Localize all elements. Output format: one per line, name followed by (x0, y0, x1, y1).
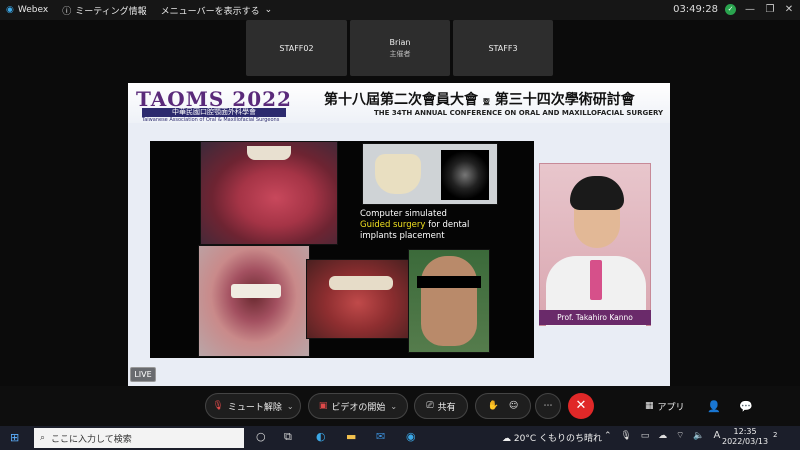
notification-count: 2 (773, 431, 778, 439)
slide-caption: Computer simulated Guided surgery for de… (360, 209, 469, 242)
webex-logo-icon: ◉ (6, 5, 14, 15)
reactions-group: ✋ ☺ (475, 393, 531, 419)
mic-icon[interactable]: 🎙 (620, 431, 631, 441)
apps-icon: ▦ (645, 401, 654, 411)
weather-widget[interactable]: ☁ 20°C くもりのち晴れ (502, 431, 602, 444)
windows-start-icon[interactable]: ⊞ (10, 431, 19, 444)
camera-off-icon: ▣ (318, 401, 328, 411)
patient-face-photo (408, 249, 490, 353)
share-button[interactable]: ⎚ 共有 (414, 393, 468, 419)
minimize-icon[interactable]: — (742, 2, 758, 18)
raise-hand-icon[interactable]: ✋ (488, 401, 499, 411)
chevron-down-icon[interactable]: ⌄ (287, 402, 294, 411)
participant-tile-staff02[interactable]: STAFF02 (246, 20, 347, 76)
share-screen-icon: ⎚ (426, 401, 434, 411)
app-name: Webex (17, 5, 49, 15)
conference-title-cn: 第十八屆第二次會員大會 暨 第三十四次學術研討會 (324, 89, 635, 109)
caption-highlight: Guided surgery (360, 220, 426, 230)
chevron-up-icon[interactable]: ⌃ (604, 431, 612, 441)
search-icon: ⌕ (40, 433, 46, 443)
taskbar-search-box[interactable]: ⌕ ここに入力して検索 (34, 428, 244, 448)
meeting-clock: 03:49:28 (673, 4, 718, 15)
participant-name: STAFF02 (279, 43, 314, 53)
apps-label: アプリ (657, 402, 685, 413)
show-menu-bar-label: メニューバーを表示する (160, 6, 260, 17)
chevron-down-icon: ⌄ (264, 5, 273, 15)
participant-name: Brian (389, 37, 411, 47)
restore-icon[interactable]: ❐ (762, 2, 778, 18)
shared-content: TAOMS 2022 中華民國口腔顎面外科學會 Taiwanese Associ… (128, 83, 670, 386)
ct-simulation-image (362, 143, 498, 205)
mic-muted-icon: 🎙 (212, 401, 224, 411)
participant-name: STAFF3 (488, 43, 518, 53)
volume-icon[interactable]: 🔈 (693, 431, 704, 441)
edge-browser-icon[interactable]: ◐ (316, 430, 326, 443)
file-explorer-icon[interactable]: ▬ (346, 430, 356, 443)
battery-icon[interactable]: ▭ (641, 431, 650, 441)
org-name-en: Taiwanese Association of Oral & Maxillof… (142, 117, 280, 123)
caption-line-1: Computer simulated (360, 209, 447, 219)
chat-button[interactable]: 💬 (739, 393, 753, 419)
close-icon: ✕ (575, 398, 587, 413)
close-icon[interactable]: ✕ (781, 2, 797, 18)
participant-tile-brian[interactable]: Brian 主催者 (350, 20, 450, 76)
weather-icon: ☁ (502, 434, 511, 444)
weather-text: 20°C くもりのち晴れ (513, 434, 602, 444)
conference-title-cn-part1: 第十八屆第二次會員大會 (324, 92, 478, 108)
notification-center-icon[interactable]: 2 (773, 429, 777, 440)
more-options-button[interactable]: ⋯ (535, 393, 561, 419)
meeting-info-button[interactable]: ⓘ ミーティング情報 (62, 4, 146, 17)
mail-icon[interactable]: ✉ (376, 430, 385, 443)
taskbar-time: 12:35 (733, 427, 757, 436)
show-menu-bar-button[interactable]: メニューバーを表示する ⌄ (161, 4, 276, 17)
org-name-cn: 中華民國口腔顎面外科學會 (142, 108, 286, 117)
start-video-label: ビデオの開始 (331, 402, 386, 413)
person-icon: 👤 (707, 399, 721, 413)
speaker-name-label: Prof. Takahiro Kanno (539, 310, 651, 325)
smile-photo (198, 245, 310, 357)
meeting-info-label: ミーティング情報 (75, 6, 147, 17)
participant-tile-staff3[interactable]: STAFF3 (453, 20, 553, 76)
info-icon: ⓘ (62, 6, 72, 17)
unmute-label: ミュート解除 (227, 402, 282, 413)
conference-title-and: 暨 (482, 97, 490, 106)
intraoral-surgery-photo (200, 141, 338, 245)
speaker-photo (539, 163, 651, 326)
cloud-icon[interactable]: ☁ (658, 431, 667, 441)
search-placeholder: ここに入力して検索 (51, 434, 132, 445)
apps-button[interactable]: ▦ アプリ (645, 393, 685, 419)
denture-photo (306, 259, 410, 339)
conference-title-cn-part2: 第三十四次學術研討會 (494, 92, 635, 108)
leave-meeting-button[interactable]: ✕ (568, 393, 594, 419)
participant-role: 主催者 (389, 49, 411, 58)
chevron-down-icon[interactable]: ⌄ (390, 402, 397, 411)
ime-indicator[interactable]: A (713, 430, 720, 441)
webex-app-menu[interactable]: ◉ Webex (6, 5, 48, 15)
webex-taskbar-icon[interactable]: ◉ (406, 430, 416, 443)
taskbar-date: 2022/03/13 (722, 437, 769, 446)
caption-line-2-rest: for dental (425, 220, 470, 230)
participants-button[interactable]: 👤 (707, 393, 721, 419)
taskbar-clock[interactable]: 12:35 2022/03/13 (722, 427, 768, 447)
slide-photo-panel: Computer simulated Guided surgery for de… (150, 141, 534, 358)
share-label: 共有 (437, 402, 456, 413)
task-view-icon[interactable]: ⧉ (284, 430, 292, 444)
start-video-button[interactable]: ▣ ビデオの開始 ⌄ (308, 393, 408, 419)
unmute-button[interactable]: 🎙 ミュート解除 ⌄ (205, 393, 301, 419)
emoji-reaction-icon[interactable]: ☺ (509, 401, 518, 411)
more-icon: ⋯ (543, 401, 553, 411)
conference-title-en: THE 34TH ANNUAL CONFERENCE ON ORAL AND M… (374, 109, 664, 117)
wifi-icon[interactable]: ⌔ (676, 431, 684, 441)
caption-line-3: implants placement (360, 231, 445, 241)
system-tray: ⌃ 🎙 ▭ ☁ ⌔ 🔈 A (604, 430, 720, 441)
chat-icon: 💬 (739, 399, 753, 413)
connection-status-icon[interactable]: ✓ (725, 4, 736, 15)
cortana-icon[interactable]: ○ (256, 430, 266, 443)
title-bar: ◉ Webex ⓘ ミーティング情報 メニューバーを表示する ⌄ 03:49:2… (0, 0, 800, 20)
live-badge: LIVE (130, 367, 156, 382)
caption-line-2: Guided surgery for dental (360, 220, 469, 231)
